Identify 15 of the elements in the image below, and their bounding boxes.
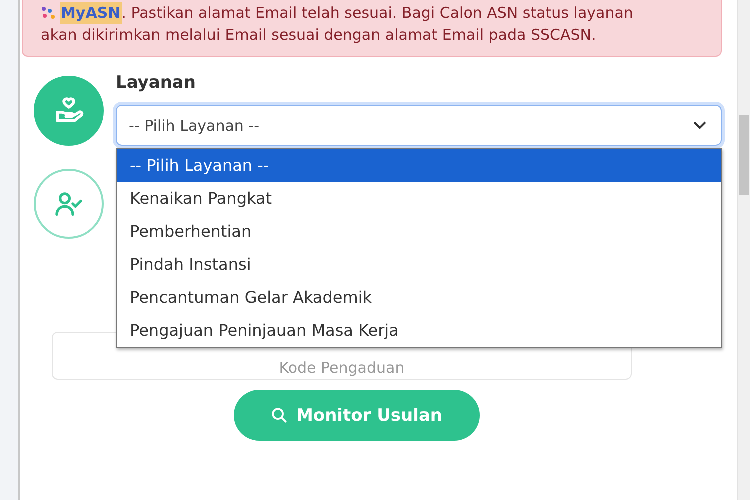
chevron-icon [693,121,707,130]
alert-text: . Pastikan alamat Email telah sesuai. Bagi Calon ASN status layanan [122,3,634,24]
dropdown-option[interactable]: Pencantuman Gelar Akademik [117,281,721,314]
field-label: Layanan [116,73,198,93]
service-select[interactable]: -- Pilih Layanan -- [116,105,722,146]
dropdown-option[interactable]: Pindah Instansi [117,248,721,281]
logo-icon [41,6,57,20]
brand-name: MyASN [60,2,122,24]
scroll-thumb[interactable] [739,115,749,195]
dropdown-option[interactable]: -- Pilih Layanan -- [117,149,721,182]
dropdown-option[interactable]: Kenaikan Pangkat [117,182,721,215]
search-icon [271,407,288,424]
alert-text: akan dikirimkan melalui Email sesuai dengan alamat Email pada SSCASN. [41,25,598,46]
dropdown-option[interactable]: Pemberhentian [117,215,721,248]
scrollbar[interactable] [737,0,750,500]
